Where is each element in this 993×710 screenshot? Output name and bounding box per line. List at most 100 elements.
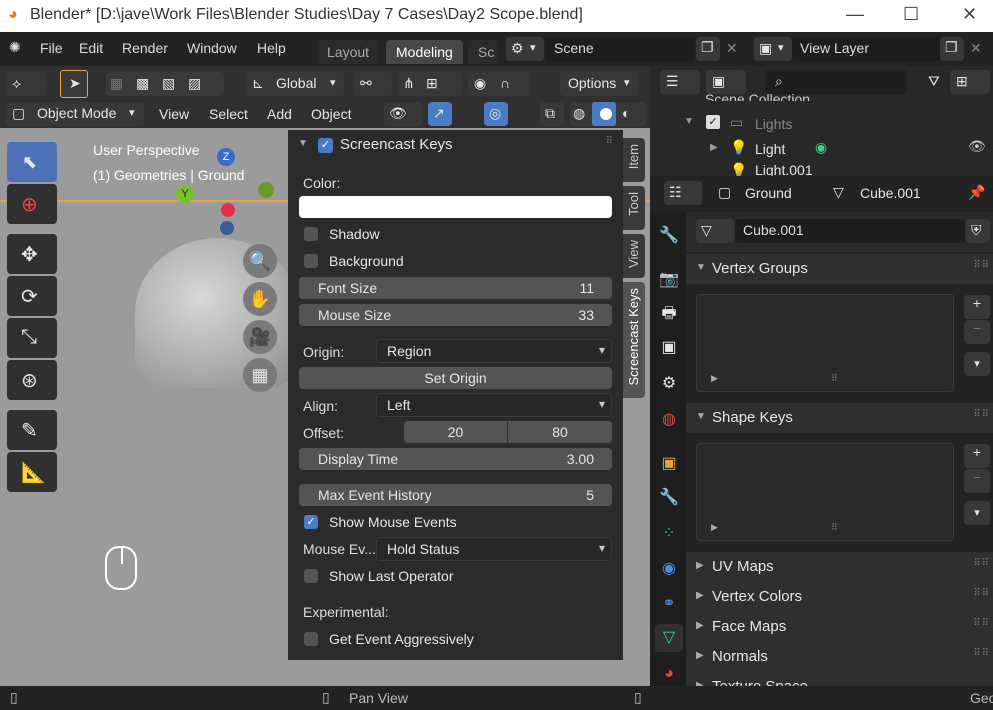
menu-window[interactable]: Window xyxy=(187,40,237,56)
invert-selection-icon[interactable]: ▨ xyxy=(188,75,201,92)
data-properties-icon[interactable]: ▽ xyxy=(655,624,683,652)
scene-name-field[interactable]: Scene xyxy=(545,37,695,61)
world-properties-icon[interactable]: ◍ xyxy=(655,406,683,434)
gizmo-neg-z-axis[interactable] xyxy=(220,221,234,235)
drag-handle-icon[interactable]: ⠿⠿ xyxy=(973,409,990,420)
panel-enable-checkbox[interactable]: ✓ xyxy=(318,138,333,153)
remove-vertex-group-button[interactable]: − xyxy=(964,320,990,344)
wireframe-shading-icon[interactable]: ◍ xyxy=(573,105,585,122)
display-mode-dropdown[interactable]: ☰ xyxy=(660,70,700,94)
section-texture-space[interactable]: ▶Texture Space xyxy=(686,672,993,686)
add-vertex-group-button[interactable]: + xyxy=(964,295,990,319)
section-normals[interactable]: ▶ Normals ⠿⠿ xyxy=(686,642,993,672)
constraints-properties-icon[interactable]: ⚭ xyxy=(655,590,683,618)
physics-properties-icon[interactable]: ◉ xyxy=(655,555,683,583)
new-collection-button[interactable]: ⊞ xyxy=(950,70,990,94)
side-tab-view[interactable]: View xyxy=(623,234,645,278)
menu-view[interactable]: View xyxy=(159,106,189,122)
zoom-icon[interactable]: 🔍 xyxy=(243,244,277,278)
menu-edit[interactable]: Edit xyxy=(79,40,103,56)
drag-handle-icon[interactable]: ⠿⠿ xyxy=(973,558,990,569)
section-shape-keys[interactable]: ▼ Shape Keys ⠿⠿ xyxy=(686,403,993,433)
color-swatch[interactable] xyxy=(299,196,612,218)
maximize-icon[interactable]: ☐ xyxy=(903,4,919,25)
offset-y-field[interactable]: 80 xyxy=(508,421,612,443)
material-properties-icon[interactable]: ◕ xyxy=(655,660,683,688)
scene-selector-button[interactable]: ⚙ ▾ xyxy=(506,37,544,61)
output-properties-icon[interactable]: 🖶 xyxy=(655,300,683,328)
transform-tool-button[interactable]: ⊛ xyxy=(7,360,57,400)
move-tool-button[interactable]: ✥ xyxy=(7,234,57,274)
background-checkbox[interactable] xyxy=(304,254,318,268)
expand-arrow-icon[interactable]: ▶ xyxy=(711,522,718,533)
menu-add[interactable]: Add xyxy=(267,106,292,122)
tab-scripting[interactable]: Sc xyxy=(468,40,498,64)
rotate-tool-button[interactable]: ⟳ xyxy=(7,276,57,316)
expand-arrow-icon[interactable]: ▶ xyxy=(711,373,718,384)
material-shading-icon[interactable]: ◐ xyxy=(622,105,630,121)
get-event-aggressively-checkbox[interactable] xyxy=(304,632,318,646)
show-mouse-events-checkbox[interactable]: ✓ xyxy=(304,515,318,529)
add-shape-key-button[interactable]: + xyxy=(964,444,990,468)
pivot-point-dropdown[interactable]: ⚯ xyxy=(354,72,392,96)
remove-shape-key-button[interactable]: − xyxy=(964,469,990,493)
scene-collection-label[interactable]: Scene Collection xyxy=(705,91,810,101)
delete-scene-icon[interactable]: ✕ xyxy=(726,40,738,57)
fake-user-button[interactable]: ⛨ xyxy=(966,219,990,243)
view-layer-selector-button[interactable]: ▣ ▾ xyxy=(754,37,792,61)
vertex-group-specials-button[interactable]: ▾ xyxy=(964,352,990,376)
shape-key-specials-button[interactable]: ▾ xyxy=(964,501,990,525)
gizmo-x-axis[interactable] xyxy=(221,203,235,217)
object-properties-icon[interactable]: ▣ xyxy=(655,450,683,478)
tab-layout[interactable]: Layout xyxy=(317,40,380,64)
gizmo-z-axis[interactable]: Z xyxy=(217,148,235,166)
offset-x-field[interactable]: 20 xyxy=(404,421,507,443)
gizmo-y-axis[interactable]: Y xyxy=(176,185,194,203)
section-uv-maps[interactable]: ▶ UV Maps ⠿⠿ xyxy=(686,552,993,582)
grid-icon[interactable]: ▦ xyxy=(243,358,277,392)
section-vertex-groups[interactable]: ▼ Vertex Groups ⠿⠿ xyxy=(686,254,993,284)
gizmo-toggle[interactable]: ↗ xyxy=(428,102,452,126)
menu-select[interactable]: Select xyxy=(209,106,248,122)
show-last-operator-checkbox[interactable] xyxy=(304,569,318,583)
extend-selection-icon[interactable]: ▩ xyxy=(136,75,149,92)
tab-modeling[interactable]: Modeling xyxy=(386,40,463,64)
align-dropdown[interactable]: Left ▾ xyxy=(376,393,612,417)
menu-file[interactable]: File xyxy=(40,40,63,56)
breadcrumb-object[interactable]: Ground xyxy=(745,185,792,201)
section-vertex-colors[interactable]: ▶ Vertex Colors ⠿⠿ xyxy=(686,582,993,612)
menu-object[interactable]: Object xyxy=(311,106,351,122)
selection-mode-buttons[interactable]: ▦ ▩ ▧ ▨ xyxy=(106,72,224,96)
side-tab-screencast-keys[interactable]: Screencast Keys xyxy=(623,282,645,398)
mouse-event-dropdown[interactable]: Hold Status ▾ xyxy=(376,537,612,561)
pin-icon[interactable]: 📌 xyxy=(968,184,985,201)
side-tab-item[interactable]: Item xyxy=(623,138,645,182)
render-properties-icon[interactable]: 📷 xyxy=(655,266,683,294)
cursor-tool-button[interactable]: ⊕ xyxy=(7,184,57,224)
overlays-toggle[interactable]: ◎ xyxy=(484,102,508,126)
origin-dropdown[interactable]: Region ▾ xyxy=(376,339,612,363)
side-tab-tool[interactable]: Tool xyxy=(623,186,645,230)
tool-properties-icon[interactable]: 🔧 xyxy=(655,222,683,250)
mesh-name-field[interactable]: Cube.001 xyxy=(735,219,965,243)
collection-exclude-checkbox[interactable]: ✓ xyxy=(706,115,720,129)
drag-handle-icon[interactable]: ⠿⠿ xyxy=(973,648,990,659)
visibility-dropdown[interactable]: 👁 xyxy=(384,102,422,126)
mesh-browse-button[interactable]: ▽ xyxy=(696,219,734,243)
xray-toggle[interactable]: ⧉ xyxy=(540,102,564,126)
drag-handle-icon[interactable]: ⠿⠿ xyxy=(973,618,990,629)
expand-arrow-icon[interactable]: ▼ xyxy=(684,116,694,127)
view-layer-name-field[interactable]: View Layer xyxy=(792,37,940,61)
transform-orientation-dropdown[interactable]: ⊾ Global ▾ xyxy=(246,72,344,96)
delete-view-layer-icon[interactable]: ✕ xyxy=(970,40,982,57)
menu-help[interactable]: Help xyxy=(257,40,286,56)
hand-icon[interactable]: ✋ xyxy=(243,282,277,316)
proportional-editing-controls[interactable]: ◉ ∩ xyxy=(468,72,530,96)
mouse-size-field[interactable]: Mouse Size 33 xyxy=(299,304,612,326)
drag-handle-icon[interactable]: ⠿ xyxy=(606,136,613,147)
editor-type-dropdown[interactable]: ☷ xyxy=(664,181,702,205)
max-event-history-field[interactable]: Max Event History 5 xyxy=(299,484,612,506)
scene-properties-icon[interactable]: ⚙ xyxy=(655,370,683,398)
scale-tool-button[interactable]: ⤡ xyxy=(7,318,57,358)
particles-properties-icon[interactable]: ⁘ xyxy=(655,520,683,548)
